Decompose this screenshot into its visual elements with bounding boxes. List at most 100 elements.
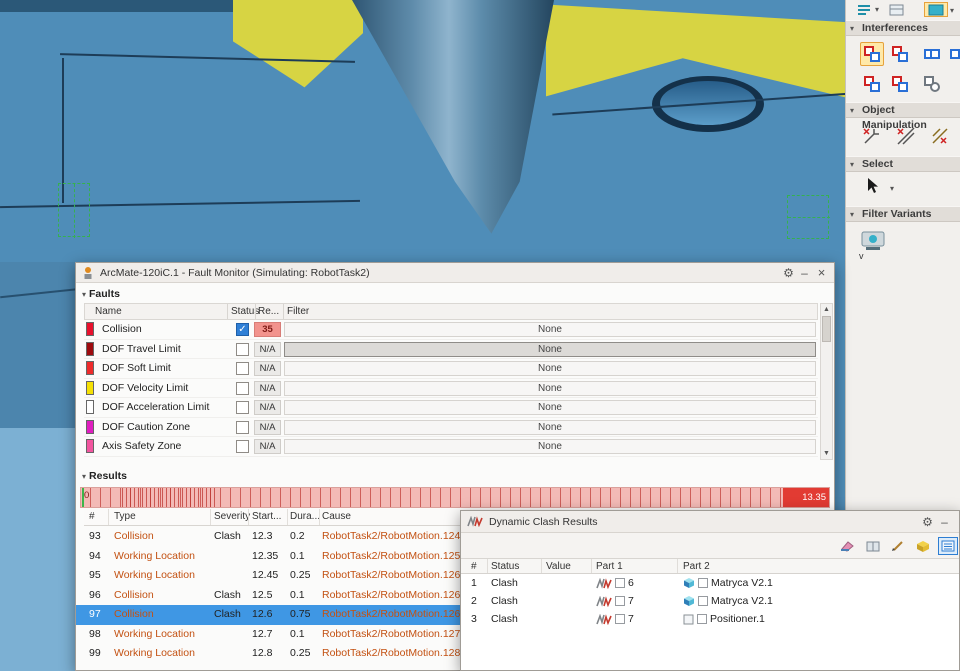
fault-row[interactable]: DOF Travel Limit ✓ N/A None [84, 340, 818, 359]
fault-status-checkbox[interactable]: ✓ [236, 440, 249, 453]
faults-scrollbar[interactable]: ▲ ▼ [820, 303, 833, 460]
penetration-check-icon[interactable] [888, 72, 912, 96]
col-severity[interactable]: Severity [214, 510, 250, 524]
minimize-icon[interactable]: – [937, 514, 952, 530]
fault-filter-field[interactable]: None [284, 380, 816, 396]
clash-row[interactable]: 3 Clash 7 Positioner.1 [461, 610, 959, 628]
fault-row[interactable]: DOF Caution Zone ✓ N/A None [84, 418, 818, 437]
col-status[interactable]: Status [491, 560, 519, 573]
distance-check-icon[interactable] [920, 72, 944, 96]
left-face-lit [0, 428, 78, 671]
col-duration[interactable]: Dura... [290, 510, 320, 524]
fault-status-checkbox[interactable]: ✓ [236, 381, 249, 395]
contact-check-icon[interactable] [860, 72, 884, 96]
fault-filter-field[interactable]: None [284, 341, 816, 357]
fault-color-swatch [86, 439, 94, 453]
part2-label: Matryca V2.1 [711, 577, 773, 589]
faults-section-toggle[interactable]: ▾ Faults [82, 288, 120, 300]
part1-label: 7 [628, 613, 634, 625]
fault-status-checkbox[interactable]: ✓ [236, 401, 249, 414]
part1-checkbox[interactable] [615, 578, 625, 588]
fault-row[interactable]: DOF Acceleration Limit ✓ N/A None [84, 398, 818, 418]
snap-move-icon[interactable] [894, 124, 920, 150]
clash-row[interactable]: 2 Clash 7 Matryca V2.1 [461, 592, 959, 610]
capture-frames-glyph [889, 4, 903, 15]
fault-status-checkbox[interactable]: ✓ [236, 420, 249, 434]
band-analysis-icon[interactable] [946, 42, 960, 66]
fault-timeline[interactable]: 0 13.35 [80, 487, 830, 508]
settings-gear-icon[interactable]: ⚙ [920, 514, 935, 530]
clash-window-titlebar[interactable]: Dynamic Clash Results [461, 511, 959, 533]
list-view-icon[interactable] [938, 537, 958, 555]
jog-mechanism-icon[interactable] [860, 124, 886, 150]
part2-checkbox[interactable] [698, 578, 708, 588]
smart-move-icon[interactable] [928, 124, 954, 150]
part2-checkbox[interactable] [698, 596, 708, 606]
clearance-check-icon[interactable] [920, 42, 944, 66]
fault-filter-field[interactable]: None [284, 419, 816, 435]
fault-results-count: N/A [254, 341, 281, 357]
fault-status-checkbox[interactable]: ✓ [236, 362, 249, 375]
variant-filter-icon[interactable]: v [858, 226, 892, 261]
saved-views-icon[interactable] [854, 2, 874, 17]
fault-status-checkbox[interactable]: ✓ [236, 342, 249, 356]
close-icon[interactable]: × [814, 265, 829, 281]
section-filter-variants[interactable]: ▾ Filter Variants [846, 206, 960, 222]
fault-monitor-titlebar[interactable]: ArcMate-120iC.1 - Fault Monitor (Simulat… [76, 263, 834, 283]
fault-row[interactable]: Axis Safety Zone ✓ N/A None [84, 437, 818, 457]
section-label: Interferences [862, 22, 928, 34]
scroll-up-icon[interactable]: ▲ [821, 304, 832, 315]
fault-row[interactable]: DOF Soft Limit ✓ N/A None [84, 359, 818, 379]
col-name[interactable]: Name [95, 305, 122, 319]
clash-part1-cell[interactable]: 7 [596, 592, 634, 610]
col-part1[interactable]: Part 1 [596, 560, 623, 573]
col-num[interactable]: # [471, 560, 477, 573]
scroll-down-icon[interactable]: ▼ [821, 448, 832, 459]
interference-analysis-icon[interactable] [860, 42, 884, 66]
clash-part1-cell[interactable]: 7 [596, 610, 634, 628]
col-num[interactable]: # [89, 510, 95, 524]
part2-checkbox[interactable] [697, 614, 707, 624]
fault-row[interactable]: Collision ✓ 35 None [84, 320, 818, 340]
fault-filter-field[interactable]: None [284, 322, 816, 337]
section-interferences[interactable]: ▾ Interferences [846, 20, 960, 36]
erase-results-icon[interactable] [837, 537, 857, 555]
report-icon[interactable] [863, 537, 883, 555]
col-results[interactable]: Re... [258, 305, 279, 319]
fault-filter-field[interactable]: None [284, 400, 816, 415]
fault-status-checkbox[interactable]: ✓ [236, 323, 249, 336]
section-select[interactable]: ▾ Select [846, 156, 960, 172]
active-view-icon[interactable] [924, 2, 948, 17]
clash-row[interactable]: 1 Clash 6 Matryca V2.1 [461, 574, 959, 592]
scrollbar-thumb[interactable] [822, 316, 831, 342]
clash-part2-cell[interactable]: Matryca V2.1 [683, 592, 773, 610]
smart-move-glyph [932, 128, 948, 144]
clash-part1-cell[interactable]: 6 [596, 574, 634, 592]
fault-filter-field[interactable]: None [284, 361, 816, 376]
annotate-pen-icon[interactable] [888, 537, 908, 555]
col-start[interactable]: Start... [252, 510, 281, 524]
select-dropdown-icon[interactable]: ▾ [890, 184, 894, 193]
clash-part2-cell[interactable]: Matryca V2.1 [683, 574, 773, 592]
settings-gear-icon[interactable]: ⚙ [781, 265, 796, 281]
col-type[interactable]: Type [114, 510, 136, 524]
minimize-icon[interactable]: – [797, 265, 812, 281]
clash-part2-cell[interactable]: Positioner.1 [683, 610, 765, 628]
col-value[interactable]: Value [546, 560, 571, 573]
fault-row[interactable]: DOF Velocity Limit ✓ N/A None [84, 379, 818, 398]
select-cursor-icon[interactable] [864, 176, 884, 198]
clash-detection-icon[interactable] [888, 42, 912, 66]
check-icon: ✓ [238, 324, 247, 335]
col-cause[interactable]: Cause [322, 510, 351, 524]
col-part2[interactable]: Part 2 [683, 560, 710, 573]
saved-views-dropdown-icon[interactable]: ▾ [875, 5, 879, 14]
capture-frames-icon[interactable] [886, 2, 906, 17]
results-section-toggle[interactable]: ▾ Results [82, 470, 127, 482]
active-view-dropdown-icon[interactable]: ▾ [950, 6, 954, 15]
fault-filter-field[interactable]: None [284, 439, 816, 454]
part1-checkbox[interactable] [615, 614, 625, 624]
part1-checkbox[interactable] [615, 596, 625, 606]
show-3d-icon[interactable] [913, 537, 933, 555]
section-object-manipulation[interactable]: ▾ Object Manipulation [846, 102, 960, 131]
col-filter[interactable]: Filter [287, 305, 309, 319]
